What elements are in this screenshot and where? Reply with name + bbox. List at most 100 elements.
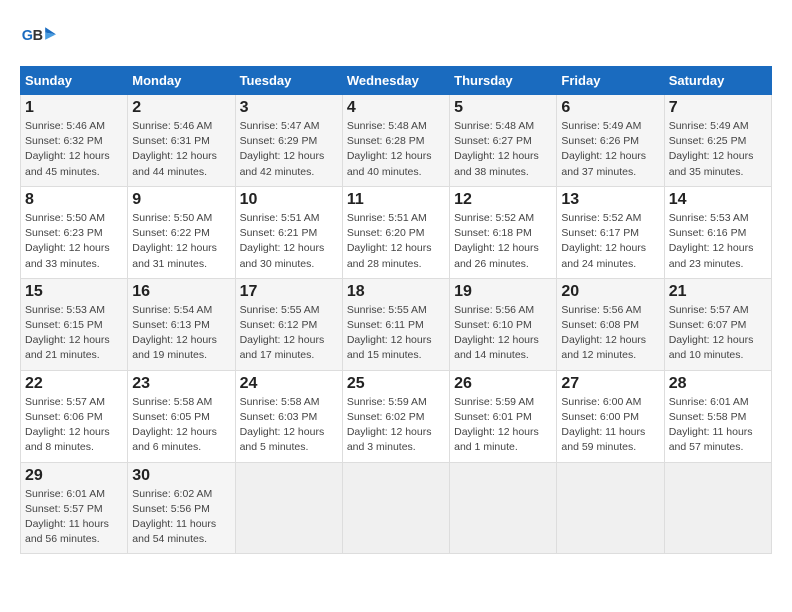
header-thursday: Thursday <box>450 67 557 95</box>
calendar-week-5: 29 Sunrise: 6:01 AMSunset: 5:57 PMDaylig… <box>21 462 772 554</box>
calendar-cell: 14 Sunrise: 5:53 AMSunset: 6:16 PMDaylig… <box>664 186 771 278</box>
calendar-cell: 23 Sunrise: 5:58 AMSunset: 6:05 PMDaylig… <box>128 370 235 462</box>
calendar-cell: 19 Sunrise: 5:56 AMSunset: 6:10 PMDaylig… <box>450 278 557 370</box>
calendar-cell: 15 Sunrise: 5:53 AMSunset: 6:15 PMDaylig… <box>21 278 128 370</box>
calendar-cell: 2 Sunrise: 5:46 AMSunset: 6:31 PMDayligh… <box>128 95 235 187</box>
day-info: Sunrise: 5:46 AMSunset: 6:31 PMDaylight:… <box>132 120 217 178</box>
day-info: Sunrise: 5:51 AMSunset: 6:21 PMDaylight:… <box>240 212 325 270</box>
logo-icon: G B <box>20 20 56 56</box>
calendar-cell: 11 Sunrise: 5:51 AMSunset: 6:20 PMDaylig… <box>342 186 449 278</box>
calendar-cell: 18 Sunrise: 5:55 AMSunset: 6:11 PMDaylig… <box>342 278 449 370</box>
day-number: 8 <box>25 191 123 209</box>
day-info: Sunrise: 5:49 AMSunset: 6:25 PMDaylight:… <box>669 120 754 178</box>
calendar-cell <box>342 462 449 554</box>
day-number: 14 <box>669 191 767 209</box>
day-info: Sunrise: 5:52 AMSunset: 6:17 PMDaylight:… <box>561 212 646 270</box>
day-info: Sunrise: 5:57 AMSunset: 6:06 PMDaylight:… <box>25 396 110 454</box>
day-info: Sunrise: 5:55 AMSunset: 6:11 PMDaylight:… <box>347 304 432 362</box>
calendar-cell: 3 Sunrise: 5:47 AMSunset: 6:29 PMDayligh… <box>235 95 342 187</box>
calendar-week-1: 1 Sunrise: 5:46 AMSunset: 6:32 PMDayligh… <box>21 95 772 187</box>
day-number: 13 <box>561 191 659 209</box>
calendar-cell: 5 Sunrise: 5:48 AMSunset: 6:27 PMDayligh… <box>450 95 557 187</box>
day-number: 20 <box>561 283 659 301</box>
day-info: Sunrise: 5:54 AMSunset: 6:13 PMDaylight:… <box>132 304 217 362</box>
day-info: Sunrise: 5:58 AMSunset: 6:05 PMDaylight:… <box>132 396 217 454</box>
day-number: 7 <box>669 99 767 117</box>
calendar-cell <box>557 462 664 554</box>
day-number: 30 <box>132 467 230 485</box>
svg-text:B: B <box>33 28 43 44</box>
calendar-cell: 21 Sunrise: 5:57 AMSunset: 6:07 PMDaylig… <box>664 278 771 370</box>
day-number: 10 <box>240 191 338 209</box>
day-info: Sunrise: 5:48 AMSunset: 6:28 PMDaylight:… <box>347 120 432 178</box>
calendar-cell: 24 Sunrise: 5:58 AMSunset: 6:03 PMDaylig… <box>235 370 342 462</box>
calendar-cell: 10 Sunrise: 5:51 AMSunset: 6:21 PMDaylig… <box>235 186 342 278</box>
calendar-cell: 29 Sunrise: 6:01 AMSunset: 5:57 PMDaylig… <box>21 462 128 554</box>
day-number: 11 <box>347 191 445 209</box>
day-info: Sunrise: 5:51 AMSunset: 6:20 PMDaylight:… <box>347 212 432 270</box>
day-info: Sunrise: 5:59 AMSunset: 6:02 PMDaylight:… <box>347 396 432 454</box>
day-number: 21 <box>669 283 767 301</box>
day-number: 5 <box>454 99 552 117</box>
calendar-cell <box>664 462 771 554</box>
day-number: 4 <box>347 99 445 117</box>
day-number: 25 <box>347 375 445 393</box>
calendar-cell: 27 Sunrise: 6:00 AMSunset: 6:00 PMDaylig… <box>557 370 664 462</box>
header-saturday: Saturday <box>664 67 771 95</box>
day-number: 18 <box>347 283 445 301</box>
day-info: Sunrise: 5:49 AMSunset: 6:26 PMDaylight:… <box>561 120 646 178</box>
calendar-cell: 1 Sunrise: 5:46 AMSunset: 6:32 PMDayligh… <box>21 95 128 187</box>
day-number: 12 <box>454 191 552 209</box>
calendar-cell: 25 Sunrise: 5:59 AMSunset: 6:02 PMDaylig… <box>342 370 449 462</box>
page-header: G B <box>20 20 772 56</box>
day-number: 1 <box>25 99 123 117</box>
day-info: Sunrise: 5:52 AMSunset: 6:18 PMDaylight:… <box>454 212 539 270</box>
calendar-cell <box>235 462 342 554</box>
svg-text:G: G <box>22 28 33 44</box>
day-info: Sunrise: 6:02 AMSunset: 5:56 PMDaylight:… <box>132 488 216 546</box>
day-info: Sunrise: 6:01 AMSunset: 5:58 PMDaylight:… <box>669 396 753 454</box>
day-info: Sunrise: 5:47 AMSunset: 6:29 PMDaylight:… <box>240 120 325 178</box>
calendar-cell: 12 Sunrise: 5:52 AMSunset: 6:18 PMDaylig… <box>450 186 557 278</box>
day-number: 23 <box>132 375 230 393</box>
day-number: 27 <box>561 375 659 393</box>
calendar-cell: 6 Sunrise: 5:49 AMSunset: 6:26 PMDayligh… <box>557 95 664 187</box>
calendar-cell: 28 Sunrise: 6:01 AMSunset: 5:58 PMDaylig… <box>664 370 771 462</box>
header-monday: Monday <box>128 67 235 95</box>
day-info: Sunrise: 5:50 AMSunset: 6:23 PMDaylight:… <box>25 212 110 270</box>
calendar-cell: 4 Sunrise: 5:48 AMSunset: 6:28 PMDayligh… <box>342 95 449 187</box>
calendar-week-3: 15 Sunrise: 5:53 AMSunset: 6:15 PMDaylig… <box>21 278 772 370</box>
calendar-table: SundayMondayTuesdayWednesdayThursdayFrid… <box>20 66 772 554</box>
day-info: Sunrise: 5:56 AMSunset: 6:10 PMDaylight:… <box>454 304 539 362</box>
calendar-cell: 16 Sunrise: 5:54 AMSunset: 6:13 PMDaylig… <box>128 278 235 370</box>
header-friday: Friday <box>557 67 664 95</box>
header-tuesday: Tuesday <box>235 67 342 95</box>
day-info: Sunrise: 5:50 AMSunset: 6:22 PMDaylight:… <box>132 212 217 270</box>
day-info: Sunrise: 5:53 AMSunset: 6:16 PMDaylight:… <box>669 212 754 270</box>
day-info: Sunrise: 6:01 AMSunset: 5:57 PMDaylight:… <box>25 488 109 546</box>
day-info: Sunrise: 5:59 AMSunset: 6:01 PMDaylight:… <box>454 396 539 454</box>
header-sunday: Sunday <box>21 67 128 95</box>
calendar-cell <box>450 462 557 554</box>
day-info: Sunrise: 5:57 AMSunset: 6:07 PMDaylight:… <box>669 304 754 362</box>
calendar-cell: 17 Sunrise: 5:55 AMSunset: 6:12 PMDaylig… <box>235 278 342 370</box>
day-number: 6 <box>561 99 659 117</box>
day-number: 2 <box>132 99 230 117</box>
day-number: 3 <box>240 99 338 117</box>
logo: G B <box>20 20 60 56</box>
calendar-cell: 13 Sunrise: 5:52 AMSunset: 6:17 PMDaylig… <box>557 186 664 278</box>
day-info: Sunrise: 6:00 AMSunset: 6:00 PMDaylight:… <box>561 396 645 454</box>
calendar-cell: 30 Sunrise: 6:02 AMSunset: 5:56 PMDaylig… <box>128 462 235 554</box>
day-number: 24 <box>240 375 338 393</box>
calendar-cell: 26 Sunrise: 5:59 AMSunset: 6:01 PMDaylig… <box>450 370 557 462</box>
day-number: 9 <box>132 191 230 209</box>
header-wednesday: Wednesday <box>342 67 449 95</box>
day-number: 19 <box>454 283 552 301</box>
calendar-header-row: SundayMondayTuesdayWednesdayThursdayFrid… <box>21 67 772 95</box>
day-number: 26 <box>454 375 552 393</box>
calendar-cell: 9 Sunrise: 5:50 AMSunset: 6:22 PMDayligh… <box>128 186 235 278</box>
day-info: Sunrise: 5:58 AMSunset: 6:03 PMDaylight:… <box>240 396 325 454</box>
calendar-cell: 8 Sunrise: 5:50 AMSunset: 6:23 PMDayligh… <box>21 186 128 278</box>
calendar-cell: 7 Sunrise: 5:49 AMSunset: 6:25 PMDayligh… <box>664 95 771 187</box>
calendar-cell: 22 Sunrise: 5:57 AMSunset: 6:06 PMDaylig… <box>21 370 128 462</box>
